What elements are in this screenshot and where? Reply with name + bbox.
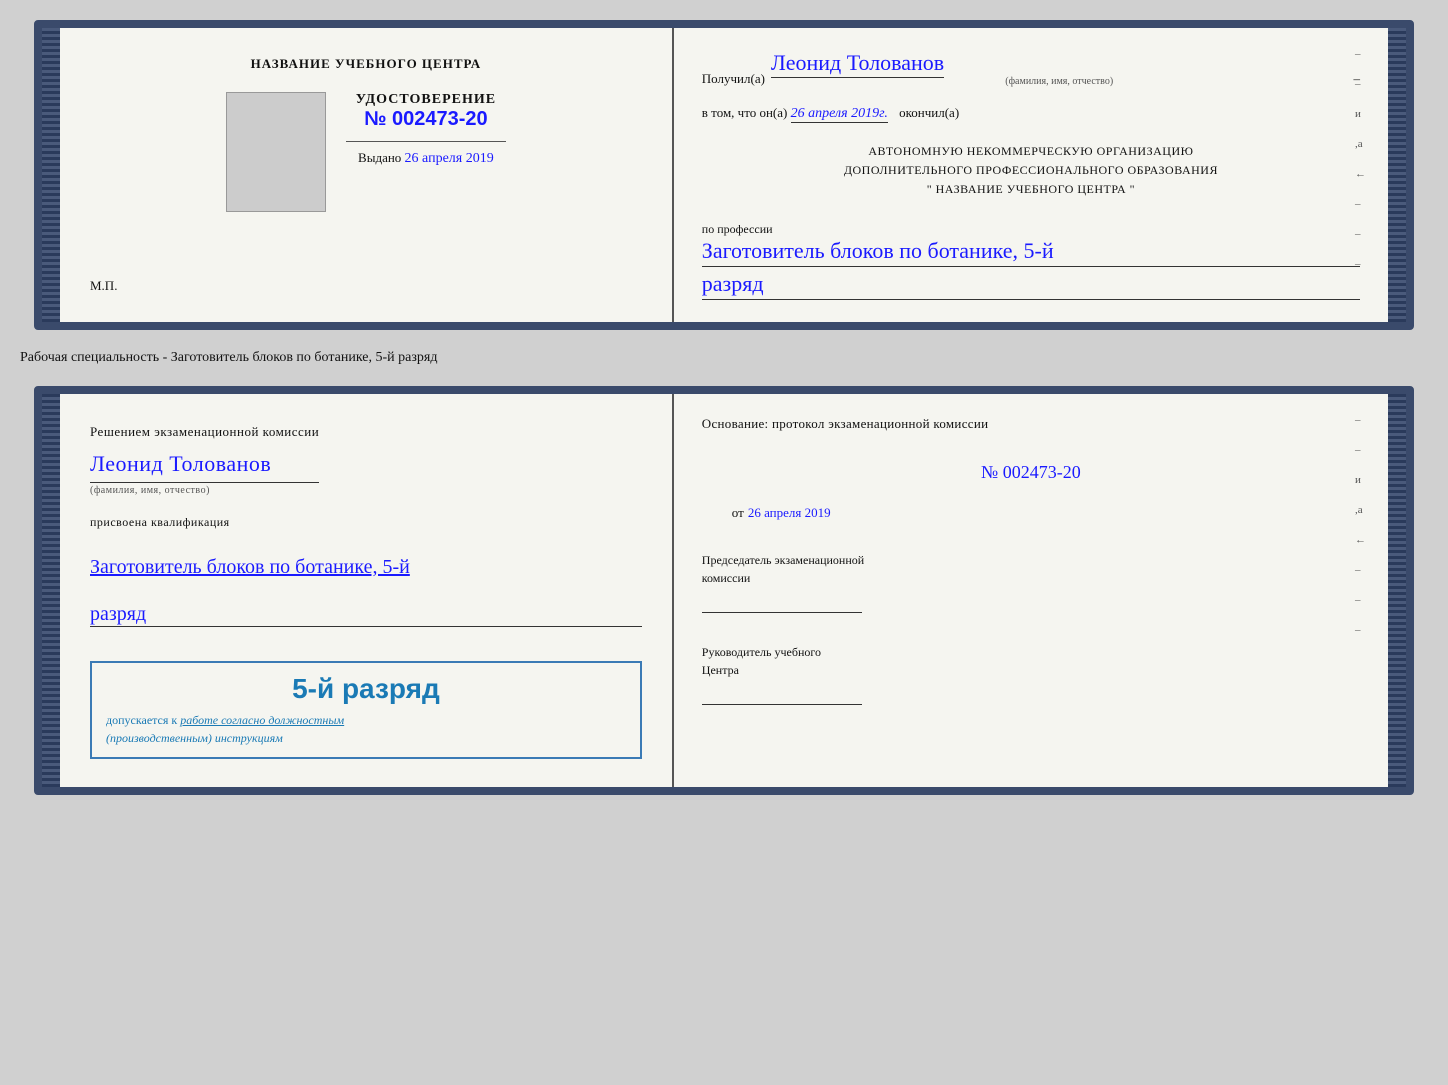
director-signature-line — [702, 685, 862, 705]
date-line: в том, что он(а) 26 апреля 2019г. окончи… — [702, 105, 1360, 122]
side-marks-top: – – и ,а ← – – – — [1355, 48, 1366, 270]
bottom-spine-left — [42, 394, 60, 787]
issued-date: 26 апреля 2019 — [405, 151, 494, 166]
org-line1: АВТОНОМНУЮ НЕКОММЕРЧЕСКУЮ ОРГАНИЗАЦИЮ — [702, 142, 1360, 161]
bottom-document: Решением экзаменационной комиссии Леонид… — [34, 386, 1414, 795]
org-line3: " НАЗВАНИЕ УЧЕБНОГО ЦЕНТРА " — [702, 180, 1360, 199]
decision-block: Решением экзаменационной комиссии Леонид… — [90, 422, 319, 532]
side-marks-bottom: – – и ,а ← – – – — [1355, 414, 1366, 636]
profession-block: по профессии Заготовитель блоков по бота… — [702, 220, 1360, 300]
top-cert-row: УДОСТОВЕРЕНИЕ № 002473-20 Выдано 26 апре… — [226, 92, 506, 212]
profession: Заготовитель блоков по ботанике, 5-й — [702, 238, 1360, 267]
from-date-value: 26 апреля 2019 — [748, 505, 831, 521]
qualified-text: присвоена квалификация — [90, 513, 319, 532]
protocol-line: № 002473-20 — [702, 454, 1360, 491]
completed-suffix: окончил(а) — [899, 105, 959, 120]
director-block: Руководитель учебного Центра — [702, 643, 1360, 705]
from-date-line: от 26 апреля 2019 — [702, 505, 1360, 521]
bottom-left-panel: Решением экзаменационной комиссии Леонид… — [60, 394, 674, 787]
cert-number-prefix: № — [364, 108, 386, 130]
separator-label: Рабочая специальность - Заготовитель бло… — [20, 348, 437, 368]
basis-block: Основание: протокол экзаменационной коми… — [702, 416, 1360, 432]
photo-placeholder — [226, 92, 326, 212]
qualification: Заготовитель блоков по ботанике, 5-й — [90, 556, 410, 579]
cert-label: УДОСТОВЕРЕНИЕ — [346, 92, 506, 108]
protocol-number: № 002473-20 — [702, 462, 1360, 483]
date-prefix: в том, что он(а) — [702, 105, 788, 120]
org-block: АВТОНОМНУЮ НЕКОММЕРЧЕСКУЮ ОРГАНИЗАЦИЮ ДО… — [702, 142, 1360, 200]
from-prefix: от — [732, 505, 744, 521]
director-role: Руководитель учебного Центра — [702, 643, 1360, 679]
top-training-center-title: НАЗВАНИЕ УЧЕБНОГО ЦЕНТРА — [251, 56, 482, 72]
top-left-panel: НАЗВАНИЕ УЧЕБНОГО ЦЕНТРА УДОСТОВЕРЕНИЕ №… — [60, 28, 674, 322]
recipient-name: Леонид Толованов — [771, 50, 944, 78]
fio-label-bottom: (фамилия, имя, отчество) — [90, 483, 319, 499]
stamp-admit-prefix: допускается к — [106, 713, 177, 727]
chairman-role1: Председатель экзаменационной — [702, 553, 864, 567]
chairman-role2: комиссии — [702, 571, 751, 585]
protocol-number-value: 002473-20 — [1003, 462, 1081, 482]
mp-label: М.П. — [90, 278, 117, 294]
chairman-role: Председатель экзаменационной комиссии — [702, 551, 1360, 587]
chairman-signature-line — [702, 593, 862, 613]
cert-section: УДОСТОВЕРЕНИЕ № 002473-20 Выдано 26 апре… — [346, 92, 506, 167]
cert-number-value: 002473-20 — [392, 108, 488, 130]
director-role2: Центра — [702, 663, 739, 677]
top-right-panel: Получил(а) Леонид Толованов (фамилия, им… — [674, 28, 1388, 322]
stamp-rank: 5-й разряд — [106, 673, 626, 705]
org-line2: ДОПОЛНИТЕЛЬНОГО ПРОФЕССИОНАЛЬНОГО ОБРАЗО… — [702, 161, 1360, 180]
chairman-block: Председатель экзаменационной комиссии — [702, 551, 1360, 613]
rank2: разряд — [90, 603, 642, 627]
bottom-right-panel: Основание: протокол экзаменационной коми… — [674, 394, 1388, 787]
stamp-admit: допускается к работе согласно должностны… — [106, 711, 626, 747]
basis-text: Основание: протокол экзаменационной коми… — [702, 416, 989, 431]
director-role1: Руководитель учебного — [702, 645, 821, 659]
bottom-person-name: Леонид Толованов — [90, 446, 319, 482]
issued-line: Выдано 26 апреля 2019 — [346, 150, 506, 167]
stamp-admit-suffix: (производственным) инструкциям — [106, 731, 283, 745]
top-spine-left — [42, 28, 60, 322]
received-prefix: Получил(а) — [702, 71, 765, 87]
issued-label: Выдано — [358, 150, 401, 165]
bottom-spine-right — [1388, 394, 1406, 787]
top-spine-right — [1388, 28, 1406, 322]
profession-prefix: по профессии — [702, 222, 773, 236]
rank: разряд — [702, 271, 1360, 300]
completion-date: 26 апреля 2019г. — [791, 106, 888, 123]
recipient-line: Получил(а) Леонид Толованов (фамилия, им… — [702, 50, 1360, 87]
stamp-admit-link: работе согласно должностным — [180, 713, 344, 727]
stamp-box: 5-й разряд допускается к работе согласно… — [90, 661, 642, 759]
protocol-prefix: № — [981, 462, 998, 482]
cert-number: № 002473-20 — [346, 108, 506, 131]
top-document: НАЗВАНИЕ УЧЕБНОГО ЦЕНТРА УДОСТОВЕРЕНИЕ №… — [34, 20, 1414, 330]
decision-text: Решением экзаменационной комиссии — [90, 424, 319, 439]
